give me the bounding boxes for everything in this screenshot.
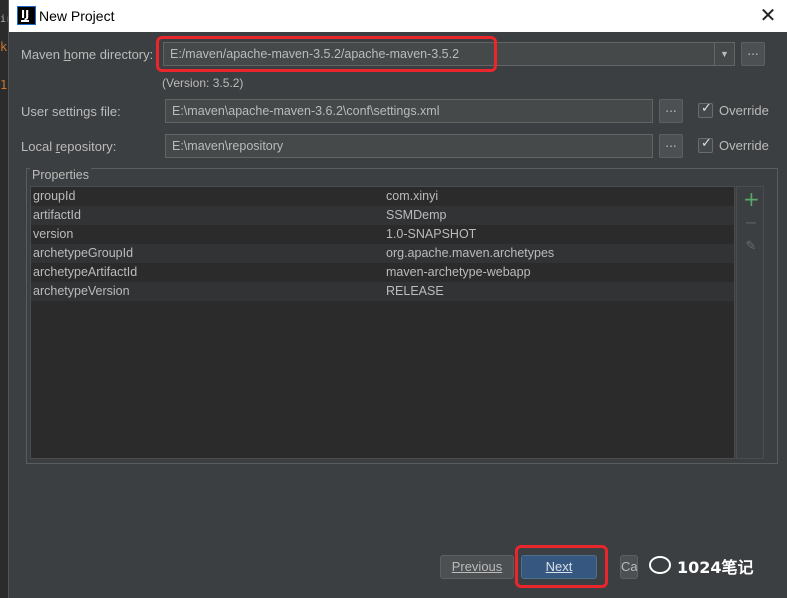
previous-button-label: Previous <box>451 559 503 574</box>
table-row[interactable]: archetypeArtifactId maven-archetype-weba… <box>31 263 734 282</box>
checkmark-icon: ✓ <box>701 101 712 116</box>
new-project-dialog: IJ New Project ✕ Maven home directory: E… <box>8 0 787 598</box>
property-value: RELEASE <box>386 284 444 298</box>
highlight-box-maven-home <box>156 36 497 72</box>
user-settings-override-checkbox[interactable]: ✓ <box>698 101 713 118</box>
user-settings-browse-button[interactable]: ... <box>659 99 683 123</box>
watermark-text: 1024笔记 <box>677 558 754 577</box>
close-icon[interactable]: ✕ <box>756 4 780 28</box>
user-settings-label: User settings file: <box>21 104 121 119</box>
local-repository-override-label: Override <box>719 138 769 153</box>
maven-home-label-suffix: ome directory: <box>70 47 154 62</box>
property-value: maven-archetype-webapp <box>386 265 531 279</box>
maven-home-label: Maven home directory: <box>21 47 153 62</box>
watermark: 1024笔记 <box>649 552 787 580</box>
table-row[interactable]: groupId com.xinyi <box>31 187 734 206</box>
local-repository-label-prefix: Local <box>21 139 56 154</box>
user-settings-input[interactable]: E:\maven\apache-maven-3.6.2\conf\setting… <box>165 99 653 123</box>
wechat-icon <box>649 556 671 574</box>
property-value: 1.0-SNAPSHOT <box>386 227 477 241</box>
highlight-box-next <box>515 545 608 588</box>
local-repository-browse-button[interactable]: ... <box>659 134 683 158</box>
maven-home-label-mnemonic: h <box>63 47 71 62</box>
maven-home-label-prefix: Maven <box>21 47 64 62</box>
editor-glyph: k <box>0 40 8 54</box>
local-repository-label-suffix: epository: <box>60 139 117 154</box>
property-key: artifactId <box>33 208 81 222</box>
previous-button[interactable]: Previous <box>440 555 514 579</box>
property-value: org.apache.maven.archetypes <box>386 246 555 260</box>
title-bar[interactable]: IJ New Project ✕ <box>9 0 787 32</box>
editor-glyph: 1 <box>0 78 8 92</box>
properties-toolbar: + − ✎ <box>736 186 764 459</box>
local-repository-override-checkbox[interactable]: ✓ <box>698 136 713 153</box>
user-settings-override-label: Override <box>719 103 769 118</box>
add-icon[interactable]: + <box>743 187 760 211</box>
local-repository-label: Local repository: <box>21 139 116 154</box>
maven-home-browse-button[interactable]: ... <box>741 42 765 66</box>
property-value: com.xinyi <box>386 189 439 203</box>
chevron-down-icon[interactable]: ▼ <box>714 43 734 65</box>
property-key: version <box>33 227 74 241</box>
property-key: archetypeVersion <box>33 284 130 298</box>
cancel-button[interactable]: Ca <box>620 555 638 579</box>
maven-version-note: (Version: 3.5.2) <box>162 76 244 90</box>
table-row[interactable]: artifactId SSMDemp <box>31 206 734 225</box>
window-title: New Project <box>39 8 115 24</box>
property-value: SSMDemp <box>386 208 447 222</box>
remove-icon[interactable]: − <box>743 213 759 232</box>
table-row[interactable]: archetypeVersion RELEASE <box>31 282 734 301</box>
properties-legend: Properties <box>30 168 91 182</box>
local-repository-input[interactable]: E:\maven\repository <box>165 134 653 158</box>
intellij-app-icon: IJ <box>17 6 36 25</box>
checkmark-icon: ✓ <box>701 136 712 151</box>
property-key: archetypeArtifactId <box>33 265 138 279</box>
property-key: archetypeGroupId <box>33 246 134 260</box>
background-editor: ir k 1 <box>0 0 12 598</box>
table-row[interactable]: version 1.0-SNAPSHOT <box>31 225 734 244</box>
property-key: groupId <box>33 189 76 203</box>
table-row[interactable]: archetypeGroupId org.apache.maven.archet… <box>31 244 734 263</box>
edit-icon[interactable]: ✎ <box>743 239 759 254</box>
properties-table[interactable]: groupId com.xinyi artifactId SSMDemp ver… <box>30 186 735 459</box>
